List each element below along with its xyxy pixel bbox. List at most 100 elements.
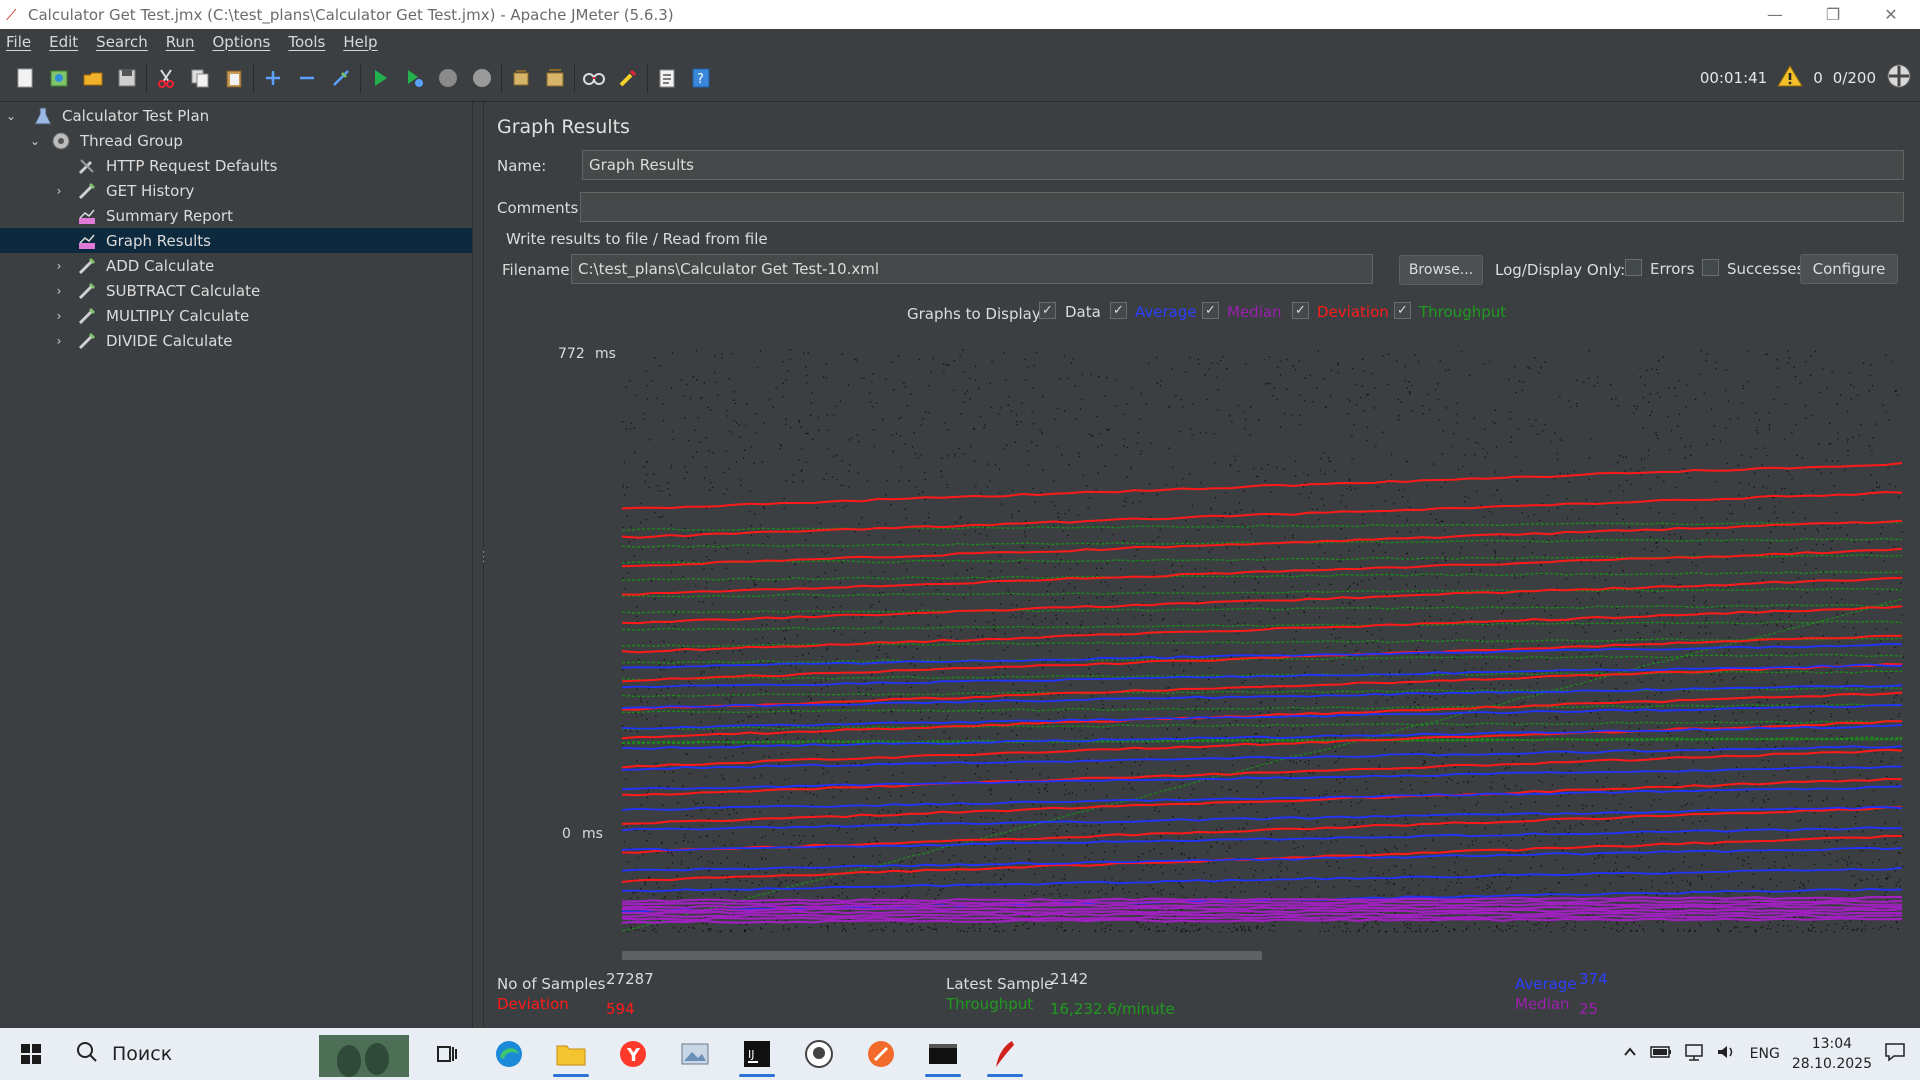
errors-checkbox[interactable] — [1625, 259, 1642, 276]
function-helper-icon[interactable] — [650, 61, 684, 95]
data-point — [901, 896, 904, 898]
data-point — [1465, 663, 1467, 665]
panel-splitter[interactable]: ⋮ — [472, 102, 491, 1028]
data-point — [725, 744, 727, 746]
tree-node-get-history[interactable]: › GET History — [0, 178, 472, 203]
data-point — [1574, 925, 1576, 928]
median-checkbox[interactable]: ✓ — [1202, 302, 1219, 319]
tree-node-graph-results[interactable]: Graph Results — [0, 228, 472, 253]
data-point — [1339, 782, 1341, 784]
name-field[interactable]: Graph Results — [582, 150, 1904, 180]
menu-help[interactable]: Help — [343, 33, 377, 51]
menu-options[interactable]: Options — [212, 33, 270, 51]
data-checkbox[interactable]: ✓ — [1039, 302, 1056, 319]
clear-icon[interactable] — [504, 61, 538, 95]
tree-node-add-calculate[interactable]: › ADD Calculate — [0, 253, 472, 278]
tree-node-test-plan[interactable]: ⌄ Calculator Test Plan — [0, 103, 472, 128]
stop-icon[interactable] — [431, 61, 465, 95]
data-point — [1216, 643, 1219, 645]
data-point — [630, 526, 632, 528]
chevron-right-icon[interactable]: › — [52, 184, 66, 198]
paste-icon[interactable] — [217, 61, 251, 95]
menu-tools[interactable]: Tools — [288, 33, 325, 51]
tree-node-subtract-calculate[interactable]: › SUBTRACT Calculate — [0, 278, 472, 303]
data-point — [1359, 396, 1362, 399]
tree-node-multiply-calculate[interactable]: › MULTIPLY Calculate — [0, 303, 472, 328]
close-button[interactable]: ✕ — [1862, 0, 1920, 29]
new-icon[interactable] — [8, 61, 42, 95]
tree-node-thread-group[interactable]: ⌄ Thread Group — [0, 128, 472, 153]
expand-all-icon[interactable] — [256, 61, 290, 95]
browse-button[interactable]: Browse... — [1399, 255, 1483, 285]
clear-all-icon[interactable] — [538, 61, 572, 95]
cut-icon[interactable] — [149, 61, 183, 95]
data-point — [1096, 597, 1098, 599]
chevron-right-icon[interactable]: › — [52, 309, 66, 323]
data-point — [1160, 380, 1162, 382]
configure-button[interactable]: Configure — [1800, 254, 1898, 284]
data-point — [788, 849, 790, 851]
data-point — [908, 614, 910, 617]
chevron-right-icon[interactable]: › — [52, 284, 66, 298]
data-point — [712, 731, 714, 733]
data-point — [644, 883, 647, 885]
chevron-right-icon[interactable]: › — [52, 334, 66, 348]
tree-node-divide-calculate[interactable]: › DIVIDE Calculate — [0, 328, 472, 353]
save-icon[interactable] — [110, 61, 144, 95]
data-point — [1895, 841, 1897, 843]
data-point — [1554, 432, 1556, 434]
data-point — [1755, 930, 1757, 932]
menu-run[interactable]: Run — [166, 33, 195, 51]
warning-icon[interactable] — [1777, 64, 1804, 92]
data-point — [1686, 803, 1688, 805]
data-point — [1720, 679, 1722, 681]
maximize-button[interactable]: ❐ — [1804, 0, 1862, 29]
data-point — [1298, 360, 1300, 362]
chevron-right-icon[interactable]: › — [52, 259, 66, 273]
data-point — [1786, 835, 1789, 837]
menu-file[interactable]: File — [6, 33, 31, 51]
shutdown-icon[interactable] — [465, 61, 499, 95]
chevron-down-icon[interactable]: ⌄ — [4, 109, 18, 123]
data-point — [1514, 930, 1517, 932]
data-point — [1388, 869, 1390, 871]
data-point — [625, 778, 627, 780]
tree-node-summary-report[interactable]: Summary Report — [0, 203, 472, 228]
start-icon[interactable] — [363, 61, 397, 95]
data-point — [1565, 752, 1567, 754]
tree-node-http-request-defaults[interactable]: HTTP Request Defaults — [0, 153, 472, 178]
menu-edit[interactable]: Edit — [49, 33, 78, 51]
copy-icon[interactable] — [183, 61, 217, 95]
reset-search-icon[interactable] — [611, 61, 645, 95]
data-point — [1318, 518, 1320, 521]
templates-icon[interactable] — [42, 61, 76, 95]
data-point — [816, 606, 818, 608]
data-point — [1829, 422, 1831, 424]
data-point — [974, 752, 976, 754]
log-display-label: Log/Display Only: — [1495, 261, 1626, 279]
data-point — [1790, 625, 1792, 627]
search-icon[interactable] — [577, 61, 611, 95]
data-point — [929, 805, 931, 807]
data-point — [637, 856, 639, 859]
collapse-all-icon[interactable] — [290, 61, 324, 95]
data-point — [1096, 415, 1098, 417]
filename-input[interactable]: C:\test_plans\Calculator Get Test-10.xml — [571, 254, 1373, 284]
data-point — [1285, 805, 1287, 807]
minimize-button[interactable]: — — [1746, 0, 1804, 29]
start-no-pauses-icon[interactable] — [397, 61, 431, 95]
chevron-down-icon[interactable]: ⌄ — [28, 134, 42, 148]
open-icon[interactable] — [76, 61, 110, 95]
average-checkbox[interactable]: ✓ — [1110, 302, 1127, 319]
comments-field[interactable] — [580, 192, 1904, 222]
toggle-icon[interactable] — [324, 61, 358, 95]
help-icon[interactable]: ? — [684, 61, 718, 95]
throughput-checkbox[interactable]: ✓ — [1394, 302, 1411, 319]
menu-search[interactable]: Search — [96, 33, 148, 51]
successes-checkbox[interactable] — [1702, 259, 1719, 276]
data-point — [1639, 595, 1642, 598]
deviation-checkbox[interactable]: ✓ — [1292, 302, 1309, 319]
data-point — [718, 804, 721, 807]
data-point — [1830, 548, 1832, 550]
data-point — [1895, 486, 1897, 488]
